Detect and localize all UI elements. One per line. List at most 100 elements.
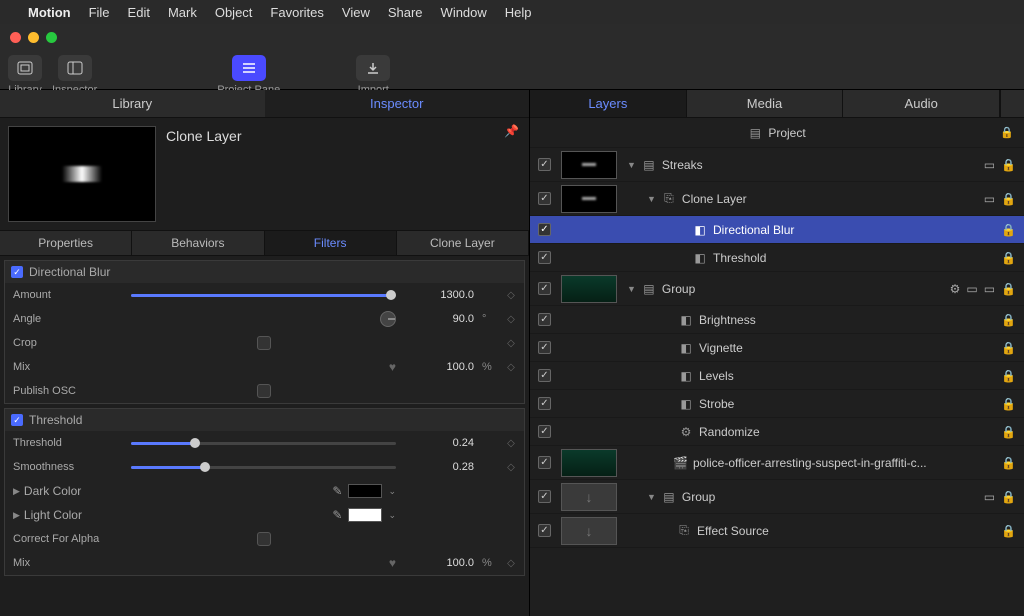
lock-icon[interactable]: 🔒 — [1001, 192, 1016, 206]
gear-icon[interactable]: ⚙ — [950, 282, 961, 296]
close-button[interactable] — [10, 32, 21, 43]
layer-threshold[interactable]: ◧ Threshold 🔒 — [530, 244, 1024, 272]
chevron-down-icon[interactable]: ⌄ — [388, 510, 396, 521]
tab-audio[interactable]: Audio — [843, 90, 1000, 117]
disclosure-icon[interactable]: ▼ — [627, 160, 636, 170]
tab-library[interactable]: Library — [0, 90, 265, 117]
menu-object[interactable]: Object — [215, 5, 253, 20]
layer-directional-blur[interactable]: ◧ Directional Blur 🔒 — [530, 216, 1024, 244]
lock-icon[interactable]: 🔒 — [1001, 282, 1016, 296]
amount-slider[interactable] — [131, 294, 396, 297]
lock-icon[interactable]: 🔒 — [1001, 341, 1016, 355]
mix-value[interactable]: 100.0 — [404, 361, 474, 373]
menu-file[interactable]: File — [89, 5, 110, 20]
keyframe-icon[interactable]: ◇ — [506, 362, 516, 373]
filter-header-directional-blur[interactable]: Directional Blur — [5, 261, 524, 283]
disclosure-icon[interactable]: ▼ — [627, 284, 636, 294]
lock-icon[interactable]: 🔒 — [1001, 425, 1016, 439]
menu-share[interactable]: Share — [388, 5, 423, 20]
keyframe-icon[interactable]: ◇ — [506, 438, 516, 449]
minimize-button[interactable] — [28, 32, 39, 43]
zoom-button[interactable] — [46, 32, 57, 43]
filter-enable-checkbox[interactable] — [11, 414, 23, 426]
visible-checkbox[interactable] — [538, 490, 551, 503]
keyframe-icon[interactable]: ◇ — [506, 558, 516, 569]
menu-help[interactable]: Help — [505, 5, 532, 20]
tab-layers[interactable]: Layers — [530, 90, 687, 117]
tab-inspector[interactable]: Inspector — [265, 90, 530, 117]
visible-checkbox[interactable] — [538, 397, 551, 410]
layer-vignette[interactable]: ◧ Vignette 🔒 — [530, 334, 1024, 362]
lock-icon[interactable]: 🔒 — [1001, 223, 1016, 237]
disclosure-icon[interactable]: ▶ — [13, 510, 20, 521]
eyedropper-icon[interactable]: ✎ — [332, 484, 342, 498]
lock-icon[interactable]: 🔒 — [1001, 313, 1016, 327]
layer-brightness[interactable]: ◧ Brightness 🔒 — [530, 306, 1024, 334]
mix2-value[interactable]: 100.0 — [404, 557, 474, 569]
threshold-slider[interactable] — [131, 442, 396, 445]
correct-alpha-checkbox[interactable] — [257, 532, 271, 546]
layer-project[interactable]: ▤ Project 🔒 — [530, 118, 1024, 148]
menu-window[interactable]: Window — [441, 5, 487, 20]
subtab-properties[interactable]: Properties — [0, 231, 132, 255]
layer-clone[interactable]: ▼ ⎘ Clone Layer ▭🔒 — [530, 182, 1024, 216]
filter-icon[interactable]: ▭ — [984, 158, 995, 172]
lock-icon[interactable]: 🔒 — [1001, 369, 1016, 383]
import-button[interactable] — [356, 55, 390, 81]
subtab-filters[interactable]: Filters — [265, 231, 397, 255]
filter-enable-checkbox[interactable] — [11, 266, 23, 278]
visible-checkbox[interactable] — [538, 282, 551, 295]
visible-checkbox[interactable] — [538, 313, 551, 326]
visible-checkbox[interactable] — [538, 158, 551, 171]
library-button[interactable] — [8, 55, 42, 81]
dark-color-swatch[interactable] — [348, 484, 382, 498]
eyedropper-icon[interactable]: ✎ — [332, 508, 342, 522]
filter-icon[interactable]: ▭ — [984, 490, 995, 504]
publish-osc-checkbox[interactable] — [257, 384, 271, 398]
crop-checkbox[interactable] — [257, 336, 271, 350]
visible-checkbox[interactable] — [538, 251, 551, 264]
layer-effect-source[interactable]: ⎘ Effect Source 🔒 — [530, 514, 1024, 548]
tab-media[interactable]: Media — [687, 90, 844, 117]
smoothness-slider[interactable] — [131, 466, 396, 469]
angle-value[interactable]: 90.0 — [404, 313, 474, 325]
keyframe-icon[interactable]: ◇ — [506, 290, 516, 301]
lock-icon[interactable]: 🔒 — [1001, 251, 1016, 265]
amount-value[interactable]: 1300.0 — [404, 289, 474, 301]
visible-checkbox[interactable] — [538, 369, 551, 382]
filter-icon[interactable]: ▭ — [984, 282, 995, 296]
visible-checkbox[interactable] — [538, 192, 551, 205]
keyframe-icon[interactable]: ◇ — [506, 314, 516, 325]
subtab-clone-layer[interactable]: Clone Layer — [397, 231, 529, 255]
link-icon[interactable]: ▭ — [966, 282, 977, 296]
project-pane-button[interactable] — [232, 55, 266, 81]
lock-icon[interactable]: 🔒 — [1001, 158, 1016, 172]
angle-dial[interactable] — [380, 311, 396, 327]
lock-icon[interactable]: 🔒 — [1000, 126, 1014, 139]
menu-favorites[interactable]: Favorites — [270, 5, 323, 20]
layer-group2[interactable]: ▼ ▤ Group ▭🔒 — [530, 480, 1024, 514]
inspector-button[interactable] — [58, 55, 92, 81]
pin-icon[interactable]: 📌 — [504, 124, 519, 138]
visible-checkbox[interactable] — [538, 425, 551, 438]
menu-edit[interactable]: Edit — [128, 5, 150, 20]
disclosure-icon[interactable]: ▶ — [13, 486, 20, 497]
layer-streaks[interactable]: ▼ ▤ Streaks ▭🔒 — [530, 148, 1024, 182]
keyframe-icon[interactable]: ◇ — [506, 462, 516, 473]
menu-view[interactable]: View — [342, 5, 370, 20]
smoothness-value[interactable]: 0.28 — [404, 461, 474, 473]
app-name[interactable]: Motion — [28, 5, 71, 20]
visible-checkbox[interactable] — [538, 223, 551, 236]
visible-checkbox[interactable] — [538, 524, 551, 537]
lock-icon[interactable]: 🔒 — [1001, 456, 1016, 470]
keyframe-icon[interactable]: ◇ — [506, 338, 516, 349]
disclosure-icon[interactable]: ▼ — [647, 492, 656, 502]
light-color-swatch[interactable] — [348, 508, 382, 522]
visible-checkbox[interactable] — [538, 341, 551, 354]
lock-icon[interactable]: 🔒 — [1001, 524, 1016, 538]
layer-strobe[interactable]: ◧ Strobe 🔒 — [530, 390, 1024, 418]
lock-icon[interactable]: 🔒 — [1001, 397, 1016, 411]
threshold-value[interactable]: 0.24 — [404, 437, 474, 449]
subtab-behaviors[interactable]: Behaviors — [132, 231, 264, 255]
layer-clip[interactable]: 🎬 police-officer-arresting-suspect-in-gr… — [530, 446, 1024, 480]
